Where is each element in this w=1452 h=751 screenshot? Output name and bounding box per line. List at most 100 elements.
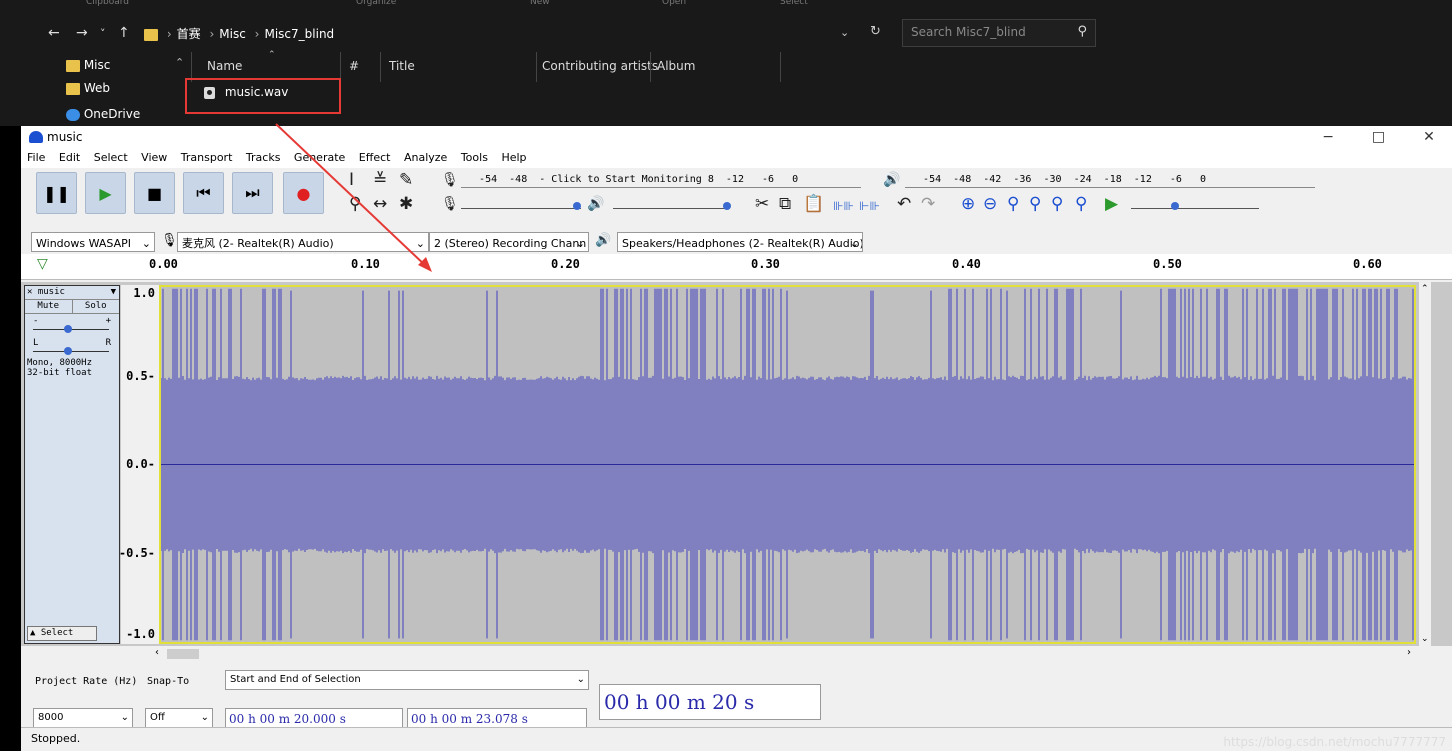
waveform-display[interactable] <box>159 285 1416 644</box>
menu-edit[interactable]: Edit <box>59 151 80 164</box>
slider-thumb[interactable] <box>723 202 731 210</box>
menu-view[interactable]: View <box>141 151 167 164</box>
menu-analyze[interactable]: Analyze <box>404 151 447 164</box>
scroll-thumb[interactable] <box>167 649 199 659</box>
pan-slider[interactable]: LR <box>25 336 119 358</box>
nav-item-web[interactable]: Web <box>66 79 140 102</box>
copy-icon[interactable]: ⧉ <box>779 194 791 214</box>
record-button[interactable]: ● <box>283 172 324 214</box>
audacity-window: music − □ ✕ File Edit Select View Transp… <box>21 126 1452 751</box>
audio-position-time[interactable]: 00 h 00 m 20 s <box>599 684 821 720</box>
play-button[interactable]: ▶ <box>85 172 126 214</box>
zoom-in-icon[interactable]: ⊕ <box>961 194 975 214</box>
breadcrumb-item[interactable]: Misc7_blind <box>264 27 334 41</box>
undo-icon[interactable]: ↶ <box>897 194 911 214</box>
menu-help[interactable]: Help <box>501 151 526 164</box>
maximize-button[interactable]: □ <box>1356 126 1402 148</box>
search-input[interactable]: Search Misc7_blind ⚲ <box>902 19 1096 47</box>
play-at-speed-icon[interactable]: ▶ <box>1105 194 1118 214</box>
play-head-icon[interactable]: ▽ <box>37 256 48 272</box>
ribbon-new: New <box>530 0 550 7</box>
chevron-down-icon[interactable]: ⌄ <box>840 26 849 39</box>
collapse-icon[interactable]: ⌃ <box>175 56 184 69</box>
envelope-tool-icon[interactable]: ≚ <box>373 170 387 190</box>
recording-channels-select[interactable]: 2 (Stereo) Recording Chann ⌄ <box>429 232 589 252</box>
menu-file[interactable]: File <box>27 151 45 164</box>
breadcrumb-item[interactable]: 首赛 <box>177 27 201 41</box>
vertical-scrollbar[interactable]: ⌃ ⌄ <box>1419 282 1431 646</box>
menu-tracks[interactable]: Tracks <box>246 151 281 164</box>
sort-ascending-icon: ⌃ <box>268 50 276 60</box>
column-header-album[interactable]: Album <box>657 56 695 80</box>
solo-button[interactable]: Solo <box>73 300 120 313</box>
forward-button[interactable]: → <box>76 25 88 41</box>
pause-button[interactable]: ❚❚ <box>36 172 77 214</box>
column-header-number[interactable]: # <box>349 56 359 80</box>
refresh-icon[interactable]: ↻ <box>870 24 881 39</box>
minimize-button[interactable]: − <box>1305 126 1351 148</box>
scroll-down-icon[interactable]: ⌄ <box>1421 634 1429 644</box>
trim-icon[interactable]: ⊪⊪ <box>833 196 854 216</box>
recording-channels-value: 2 (Stereo) Recording Chann <box>434 237 587 250</box>
scroll-left-icon[interactable]: ‹ <box>155 647 159 658</box>
horizontal-scrollbar[interactable]: ‹ › <box>21 646 1452 662</box>
record-volume-slider[interactable] <box>461 208 581 209</box>
back-button[interactable]: ← <box>48 25 60 41</box>
menu-select[interactable]: Select <box>94 151 128 164</box>
record-meter[interactable]: -54 -48 - Click to Start Monitoring 8 -1… <box>461 172 861 188</box>
track-name[interactable]: music <box>38 287 65 297</box>
scroll-right-icon[interactable]: › <box>1407 647 1411 658</box>
playback-device-select[interactable]: Speakers/Headphones (2- Realtek(R) Audio… <box>617 232 863 252</box>
nav-item-misc[interactable]: Misc <box>66 56 140 79</box>
audio-host-select[interactable]: Windows WASAPI ⌄ <box>31 232 155 252</box>
menu-tools[interactable]: Tools <box>461 151 488 164</box>
mute-button[interactable]: Mute <box>25 300 73 313</box>
close-button[interactable]: ✕ <box>1406 126 1452 148</box>
project-rate-select[interactable]: 8000 ⌄ <box>33 708 133 728</box>
draw-tool-icon[interactable]: ✎ <box>399 170 413 190</box>
paste-icon[interactable]: 📋 <box>803 194 824 214</box>
select-track-button[interactable]: ▲ Select <box>27 626 97 641</box>
column-header-title[interactable]: Title <box>389 56 415 80</box>
multi-tool-icon[interactable]: ✱ <box>399 194 413 214</box>
slider-thumb[interactable] <box>1171 202 1179 210</box>
play-speed-slider[interactable] <box>1131 208 1259 209</box>
zoom-toggle-icon[interactable]: ⚲ <box>1051 194 1063 214</box>
silence-icon[interactable]: ⊩⊪ <box>859 196 880 216</box>
address-bar[interactable]: › 首赛 › Misc › Misc7_blind ⌄ ↻ <box>140 19 890 47</box>
zoom-out-icon[interactable]: ⊖ <box>983 194 997 214</box>
zoom-tool-icon[interactable]: ⚲ <box>349 194 361 214</box>
amplitude-ruler: 1.0 0.5- 0.0- -0.5- -1.0 <box>119 285 159 644</box>
snap-to-label: Snap-To <box>147 676 190 687</box>
playback-volume-slider[interactable] <box>613 208 725 209</box>
menu-generate[interactable]: Generate <box>294 151 345 164</box>
zoom-normal-icon[interactable]: ⚲ <box>1075 194 1087 214</box>
close-track-icon[interactable]: ✕ <box>27 287 32 297</box>
track-menu-icon[interactable]: ▼ <box>111 286 116 299</box>
playback-meter[interactable]: -54 -48 -42 -36 -30 -24 -18 -12 -6 0 <box>905 172 1315 188</box>
recent-locations-button[interactable]: ˅ <box>100 27 106 40</box>
stop-button[interactable]: ■ <box>134 172 175 214</box>
selection-mode-select[interactable]: Start and End of Selection ⌄ <box>225 670 589 690</box>
skip-to-end-button[interactable]: ⏭ <box>232 172 273 214</box>
redo-icon[interactable]: ↷ <box>921 194 935 214</box>
gain-slider[interactable]: - + <box>25 314 119 336</box>
menu-transport[interactable]: Transport <box>181 151 233 164</box>
timeshift-tool-icon[interactable]: ↔ <box>373 194 387 214</box>
slider-thumb[interactable] <box>573 202 581 210</box>
up-button[interactable]: ↑ <box>118 25 130 41</box>
column-header-contributing-artists[interactable]: Contributing artists <box>542 56 658 80</box>
breadcrumb-item[interactable]: Misc <box>219 27 246 41</box>
fit-selection-icon[interactable]: ⚲ <box>1007 194 1019 214</box>
scroll-up-icon[interactable]: ⌃ <box>1421 284 1429 294</box>
recording-device-select[interactable]: 麦克风 (2- Realtek(R) Audio) ⌄ <box>177 232 429 252</box>
cut-icon[interactable]: ✂ <box>755 194 769 214</box>
timeline-ruler[interactable]: ▽ 0.00 0.10 0.20 0.30 0.40 0.50 0.60 <box>21 254 1452 280</box>
skip-to-start-button[interactable]: ⏮ <box>183 172 224 214</box>
selection-tool-icon[interactable]: I <box>349 170 354 190</box>
fit-project-icon[interactable]: ⚲ <box>1029 194 1041 214</box>
snap-to-select[interactable]: Off ⌄ <box>145 708 213 728</box>
menu-effect[interactable]: Effect <box>359 151 391 164</box>
column-header-name[interactable]: Name <box>207 56 242 80</box>
nav-item-onedrive[interactable]: OneDrive <box>66 105 140 128</box>
